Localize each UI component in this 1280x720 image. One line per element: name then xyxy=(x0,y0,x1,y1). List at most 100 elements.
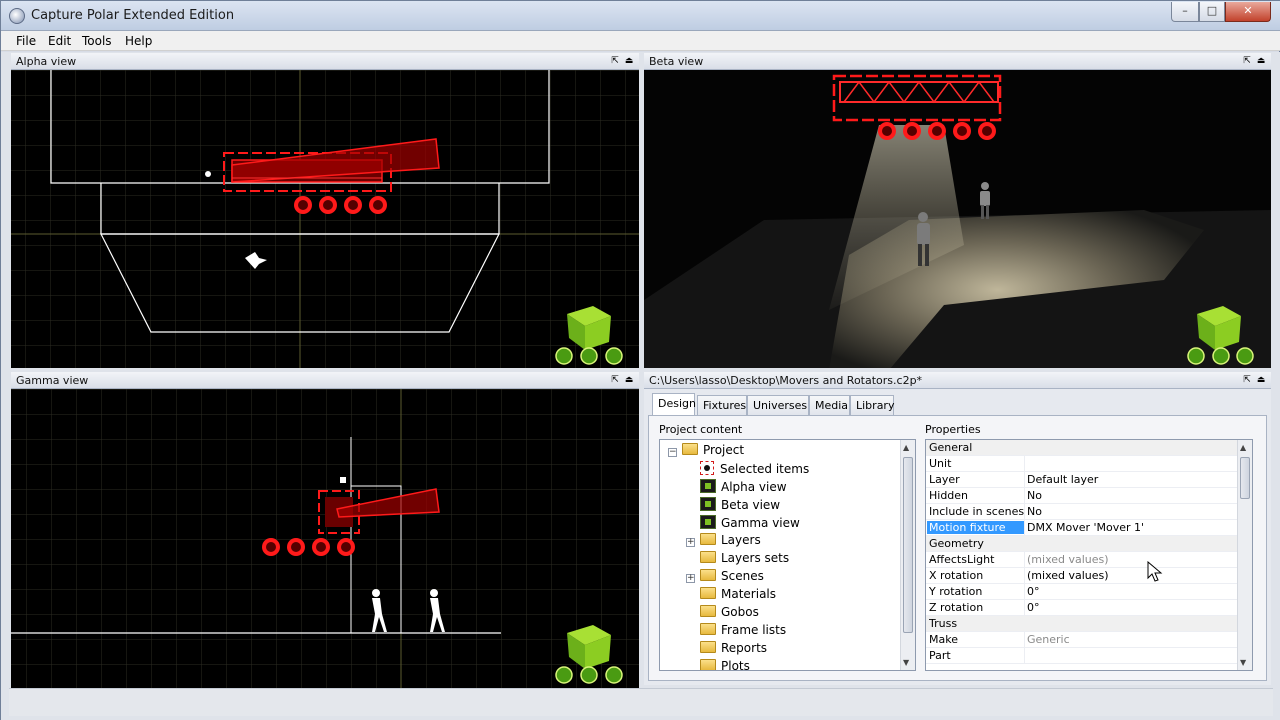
folder-icon xyxy=(700,623,716,635)
properties-label: Properties xyxy=(925,423,981,436)
tree-item[interactable]: Beta view xyxy=(700,497,780,515)
property-category[interactable]: General xyxy=(926,440,1238,456)
gamma-view-title: Gamma view xyxy=(16,374,89,387)
menu-bar: File Edit Tools Help xyxy=(1,31,1280,51)
menu-file[interactable]: File xyxy=(16,34,36,48)
property-value[interactable]: (mixed values) xyxy=(1027,553,1109,566)
minimize-button[interactable]: – xyxy=(1171,2,1199,22)
tree-item[interactable]: Frame lists xyxy=(700,623,786,641)
property-value[interactable]: Default layer xyxy=(1027,473,1098,486)
folder-icon xyxy=(700,533,716,545)
tree-item[interactable]: Reports xyxy=(700,641,767,659)
selection-icon xyxy=(700,461,714,475)
tree-item-label: Reports xyxy=(721,641,768,655)
tab-library[interactable]: Library xyxy=(850,395,894,415)
tree-item-project[interactable]: Project xyxy=(682,443,744,461)
tab-fixtures[interactable]: Fixtures xyxy=(697,395,747,415)
maximize-button[interactable]: □ xyxy=(1199,2,1225,22)
tab-design[interactable]: Design xyxy=(652,393,696,415)
scroll-up-icon[interactable]: ▲ xyxy=(903,443,909,452)
property-row[interactable]: Motion fixture DMX Mover 'Mover 1' xyxy=(926,520,1238,536)
beta-viewport[interactable] xyxy=(644,70,1271,368)
property-row[interactable]: Part xyxy=(926,648,1238,664)
tree-item[interactable]: Layers xyxy=(700,533,761,551)
tree-item[interactable]: Materials xyxy=(700,587,776,605)
pin-icon[interactable]: ⇱ xyxy=(1241,374,1253,386)
property-name: Geometry xyxy=(929,537,984,550)
property-row[interactable]: X rotation (mixed values) xyxy=(926,568,1238,584)
tree-item[interactable]: Scenes xyxy=(700,569,764,587)
property-value[interactable]: No xyxy=(1027,489,1042,502)
property-category[interactable]: Geometry xyxy=(926,536,1238,552)
tree-item[interactable]: Selected items xyxy=(700,461,809,479)
property-row[interactable]: Hidden No xyxy=(926,488,1238,504)
property-value[interactable]: DMX Mover 'Mover 1' xyxy=(1027,521,1144,534)
tab-universes[interactable]: Universes xyxy=(747,395,809,415)
property-name: Include in scenes xyxy=(929,505,1025,518)
expand-icon[interactable]: + xyxy=(686,574,695,583)
property-row[interactable]: Y rotation 0° xyxy=(926,584,1238,600)
beta-scene xyxy=(644,70,1271,368)
panel-menu-icon[interactable]: ⏏ xyxy=(623,374,635,386)
property-row[interactable]: Unit xyxy=(926,456,1238,472)
panel-menu-icon[interactable]: ⏏ xyxy=(623,55,635,67)
property-value[interactable]: (mixed values) xyxy=(1027,569,1109,582)
scroll-thumb[interactable] xyxy=(903,457,913,633)
alpha-viewport[interactable] xyxy=(11,70,639,368)
property-name: Hidden xyxy=(929,489,969,502)
tree-item[interactable]: Gamma view xyxy=(700,515,800,533)
tree-item[interactable]: Layers sets xyxy=(700,551,789,569)
menu-edit[interactable]: Edit xyxy=(48,34,71,48)
tree-item-label: Plots xyxy=(721,659,750,671)
expand-icon[interactable]: + xyxy=(686,538,695,547)
alpha-view-header: Alpha view ⇱ ⏏ xyxy=(11,53,639,70)
property-row[interactable]: Z rotation 0° xyxy=(926,600,1238,616)
property-value[interactable]: No xyxy=(1027,505,1042,518)
app-icon xyxy=(9,8,25,24)
property-name: X rotation xyxy=(929,569,984,582)
project-content-label: Project content xyxy=(659,423,743,436)
tree-item[interactable]: Gobos xyxy=(700,605,759,623)
collapse-icon[interactable]: − xyxy=(668,448,677,457)
pin-icon[interactable]: ⇱ xyxy=(609,374,621,386)
alpha-view-title: Alpha view xyxy=(16,55,77,68)
project-tree[interactable]: − Project Selected items Alpha view Beta v… xyxy=(659,439,916,671)
scroll-thumb[interactable] xyxy=(1240,457,1250,499)
folder-icon xyxy=(682,443,698,455)
property-row[interactable]: Make Generic xyxy=(926,632,1238,648)
tree-item[interactable]: Alpha view xyxy=(700,479,787,497)
tab-media[interactable]: Media xyxy=(809,395,850,415)
tree-scrollbar[interactable]: ▲ ▼ xyxy=(900,440,915,670)
property-row[interactable]: AffectsLight (mixed values) xyxy=(926,552,1238,568)
panel-menu-icon[interactable]: ⏏ xyxy=(1255,55,1267,67)
property-row[interactable]: Layer Default layer xyxy=(926,472,1238,488)
scroll-up-icon[interactable]: ▲ xyxy=(1240,443,1246,452)
scroll-down-icon[interactable]: ▼ xyxy=(1240,658,1246,667)
property-name: Unit xyxy=(929,457,952,470)
property-category[interactable]: Truss xyxy=(926,616,1238,632)
folder-icon xyxy=(700,587,716,599)
pin-icon[interactable]: ⇱ xyxy=(609,55,621,67)
property-value[interactable]: Generic xyxy=(1027,633,1070,646)
property-name: Layer xyxy=(929,473,960,486)
scroll-down-icon[interactable]: ▼ xyxy=(903,658,909,667)
menu-tools[interactable]: Tools xyxy=(82,34,112,48)
gamma-viewport[interactable] xyxy=(11,389,639,688)
gamma-scene xyxy=(11,389,639,688)
panel-menu-icon[interactable]: ⏏ xyxy=(1255,374,1267,386)
menu-help[interactable]: Help xyxy=(125,34,152,48)
properties-scrollbar[interactable]: ▲ ▼ xyxy=(1237,440,1252,670)
properties-grid[interactable]: General Unit Layer Default layer Hidden No Inc… xyxy=(925,439,1253,671)
property-value[interactable]: 0° xyxy=(1027,585,1040,598)
property-row[interactable]: Include in scenes No xyxy=(926,504,1238,520)
property-name: Part xyxy=(929,649,951,662)
tree-item-label: Alpha view xyxy=(721,480,787,494)
property-name: Make xyxy=(929,633,958,646)
property-value[interactable]: 0° xyxy=(1027,601,1040,614)
pin-icon[interactable]: ⇱ xyxy=(1241,55,1253,67)
tree-item-label: Beta view xyxy=(721,498,781,512)
close-button[interactable]: ✕ xyxy=(1225,2,1271,22)
folder-icon xyxy=(700,551,716,563)
property-name: Y rotation xyxy=(929,585,983,598)
tree-item[interactable]: Plots xyxy=(700,659,750,671)
